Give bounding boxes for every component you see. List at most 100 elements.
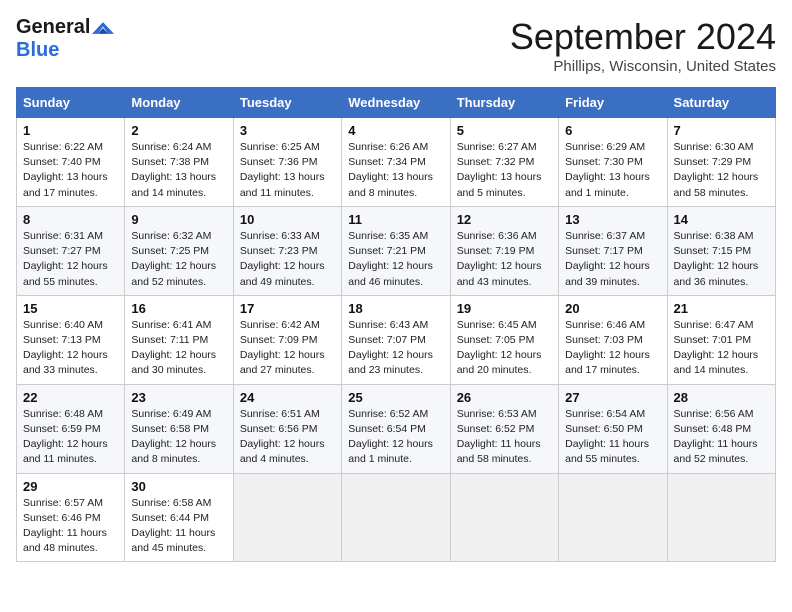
calendar-header-thursday: Thursday [450, 88, 558, 118]
calendar-cell: 17 Sunrise: 6:42 AMSunset: 7:09 PMDayligh… [233, 295, 341, 384]
calendar-cell: 29Sunrise: 6:57 AMSunset: 6:46 PMDayligh… [17, 473, 125, 562]
calendar-cell [450, 473, 558, 562]
day-info: Sunrise: 6:30 AMSunset: 7:29 PMDaylight:… [674, 140, 769, 201]
day-number: 4 [348, 123, 443, 138]
month-title: September 2024 [510, 16, 776, 58]
calendar-cell [559, 473, 667, 562]
calendar-cell: 27 Sunrise: 6:54 AMSunset: 6:50 PMDayligh… [559, 384, 667, 473]
day-number: 24 [240, 390, 335, 405]
calendar-cell [233, 473, 341, 562]
day-number: 7 [674, 123, 769, 138]
calendar-cell: 26 Sunrise: 6:53 AMSunset: 6:52 PMDayligh… [450, 384, 558, 473]
calendar-cell: 13 Sunrise: 6:37 AMSunset: 7:17 PMDayligh… [559, 206, 667, 295]
day-info: Sunrise: 6:41 AMSunset: 7:11 PMDaylight:… [131, 318, 226, 379]
day-info: Sunrise: 6:24 AMSunset: 7:38 PMDaylight:… [131, 140, 226, 201]
calendar-cell: 18 Sunrise: 6:43 AMSunset: 7:07 PMDayligh… [342, 295, 450, 384]
day-number: 27 [565, 390, 660, 405]
calendar-header-friday: Friday [559, 88, 667, 118]
calendar-cell: 9 Sunrise: 6:32 AMSunset: 7:25 PMDaylight… [125, 206, 233, 295]
title-area: September 2024 Phillips, Wisconsin, Unit… [510, 16, 776, 75]
day-info: Sunrise: 6:52 AMSunset: 6:54 PMDaylight:… [348, 407, 443, 468]
calendar-cell: 19 Sunrise: 6:45 AMSunset: 7:05 PMDayligh… [450, 295, 558, 384]
day-number: 28 [674, 390, 769, 405]
day-info: Sunrise: 6:53 AMSunset: 6:52 PMDaylight:… [457, 407, 552, 468]
day-number: 1 [23, 123, 118, 138]
calendar-header-sunday: Sunday [17, 88, 125, 118]
logo-general: General [16, 16, 90, 39]
day-info: Sunrise: 6:51 AMSunset: 6:56 PMDaylight:… [240, 407, 335, 468]
calendar-cell: 23Sunrise: 6:49 AMSunset: 6:58 PMDayligh… [125, 384, 233, 473]
day-number: 19 [457, 301, 552, 316]
calendar-cell: 14 Sunrise: 6:38 AMSunset: 7:15 PMDayligh… [667, 206, 775, 295]
calendar-week-2: 8 Sunrise: 6:31 AMSunset: 7:27 PMDaylight… [17, 206, 776, 295]
day-info: Sunrise: 6:36 AMSunset: 7:19 PMDaylight:… [457, 229, 552, 290]
calendar-cell: 20Sunrise: 6:46 AMSunset: 7:03 PMDayligh… [559, 295, 667, 384]
calendar-cell: 3 Sunrise: 6:25 AMSunset: 7:36 PMDaylight… [233, 118, 341, 207]
day-info: Sunrise: 6:43 AMSunset: 7:07 PMDaylight:… [348, 318, 443, 379]
day-number: 6 [565, 123, 660, 138]
day-number: 12 [457, 212, 552, 227]
day-info: Sunrise: 6:35 AMSunset: 7:21 PMDaylight:… [348, 229, 443, 290]
day-info: Sunrise: 6:26 AMSunset: 7:34 PMDaylight:… [348, 140, 443, 201]
day-info: Sunrise: 6:47 AMSunset: 7:01 PMDaylight:… [674, 318, 769, 379]
calendar-cell: 12 Sunrise: 6:36 AMSunset: 7:19 PMDayligh… [450, 206, 558, 295]
calendar-cell: 16 Sunrise: 6:41 AMSunset: 7:11 PMDayligh… [125, 295, 233, 384]
day-info: Sunrise: 6:57 AMSunset: 6:46 PMDaylight:… [23, 496, 118, 557]
day-info: Sunrise: 6:56 AMSunset: 6:48 PMDaylight:… [674, 407, 769, 468]
calendar-cell: 15 Sunrise: 6:40 AMSunset: 7:13 PMDayligh… [17, 295, 125, 384]
calendar-header-wednesday: Wednesday [342, 88, 450, 118]
day-number: 25 [348, 390, 443, 405]
day-number: 8 [23, 212, 118, 227]
calendar-cell: 10 Sunrise: 6:33 AMSunset: 7:23 PMDayligh… [233, 206, 341, 295]
calendar-table: SundayMondayTuesdayWednesdayThursdayFrid… [16, 87, 776, 562]
calendar-cell: 2Sunrise: 6:24 AMSunset: 7:38 PMDaylight… [125, 118, 233, 207]
calendar-cell: 7 Sunrise: 6:30 AMSunset: 7:29 PMDaylight… [667, 118, 775, 207]
calendar-cell: 28 Sunrise: 6:56 AMSunset: 6:48 PMDayligh… [667, 384, 775, 473]
day-number: 18 [348, 301, 443, 316]
day-number: 20 [565, 301, 660, 316]
day-number: 13 [565, 212, 660, 227]
day-number: 16 [131, 301, 226, 316]
calendar-header-monday: Monday [125, 88, 233, 118]
logo-blue: Blue [16, 39, 59, 62]
day-number: 30 [131, 479, 226, 494]
day-number: 23 [131, 390, 226, 405]
logo: General Blue [16, 16, 114, 62]
day-info: Sunrise: 6:40 AMSunset: 7:13 PMDaylight:… [23, 318, 118, 379]
calendar-week-5: 29Sunrise: 6:57 AMSunset: 6:46 PMDayligh… [17, 473, 776, 562]
day-info: Sunrise: 6:58 AMSunset: 6:44 PMDaylight:… [131, 496, 226, 557]
day-number: 14 [674, 212, 769, 227]
calendar-header-tuesday: Tuesday [233, 88, 341, 118]
day-number: 17 [240, 301, 335, 316]
calendar-cell: 11 Sunrise: 6:35 AMSunset: 7:21 PMDayligh… [342, 206, 450, 295]
day-info: Sunrise: 6:31 AMSunset: 7:27 PMDaylight:… [23, 229, 118, 290]
day-number: 3 [240, 123, 335, 138]
day-info: Sunrise: 6:22 AMSunset: 7:40 PMDaylight:… [23, 140, 118, 201]
day-info: Sunrise: 6:37 AMSunset: 7:17 PMDaylight:… [565, 229, 660, 290]
day-number: 11 [348, 212, 443, 227]
calendar-cell: 22 Sunrise: 6:48 AMSunset: 6:59 PMDayligh… [17, 384, 125, 473]
day-info: Sunrise: 6:54 AMSunset: 6:50 PMDaylight:… [565, 407, 660, 468]
day-number: 21 [674, 301, 769, 316]
day-info: Sunrise: 6:38 AMSunset: 7:15 PMDaylight:… [674, 229, 769, 290]
header: General Blue September 2024 Phillips, Wi… [16, 16, 776, 75]
calendar-week-1: 1 Sunrise: 6:22 AMSunset: 7:40 PMDaylight… [17, 118, 776, 207]
calendar-header-row: SundayMondayTuesdayWednesdayThursdayFrid… [17, 88, 776, 118]
day-info: Sunrise: 6:45 AMSunset: 7:05 PMDaylight:… [457, 318, 552, 379]
calendar-cell [342, 473, 450, 562]
day-number: 15 [23, 301, 118, 316]
day-info: Sunrise: 6:25 AMSunset: 7:36 PMDaylight:… [240, 140, 335, 201]
calendar-week-3: 15 Sunrise: 6:40 AMSunset: 7:13 PMDayligh… [17, 295, 776, 384]
day-number: 10 [240, 212, 335, 227]
calendar-cell [667, 473, 775, 562]
day-info: Sunrise: 6:48 AMSunset: 6:59 PMDaylight:… [23, 407, 118, 468]
day-info: Sunrise: 6:32 AMSunset: 7:25 PMDaylight:… [131, 229, 226, 290]
day-number: 22 [23, 390, 118, 405]
calendar-cell: 1 Sunrise: 6:22 AMSunset: 7:40 PMDaylight… [17, 118, 125, 207]
calendar-cell: 25 Sunrise: 6:52 AMSunset: 6:54 PMDayligh… [342, 384, 450, 473]
day-number: 26 [457, 390, 552, 405]
day-info: Sunrise: 6:42 AMSunset: 7:09 PMDaylight:… [240, 318, 335, 379]
day-number: 9 [131, 212, 226, 227]
calendar-cell: 24 Sunrise: 6:51 AMSunset: 6:56 PMDayligh… [233, 384, 341, 473]
day-info: Sunrise: 6:33 AMSunset: 7:23 PMDaylight:… [240, 229, 335, 290]
